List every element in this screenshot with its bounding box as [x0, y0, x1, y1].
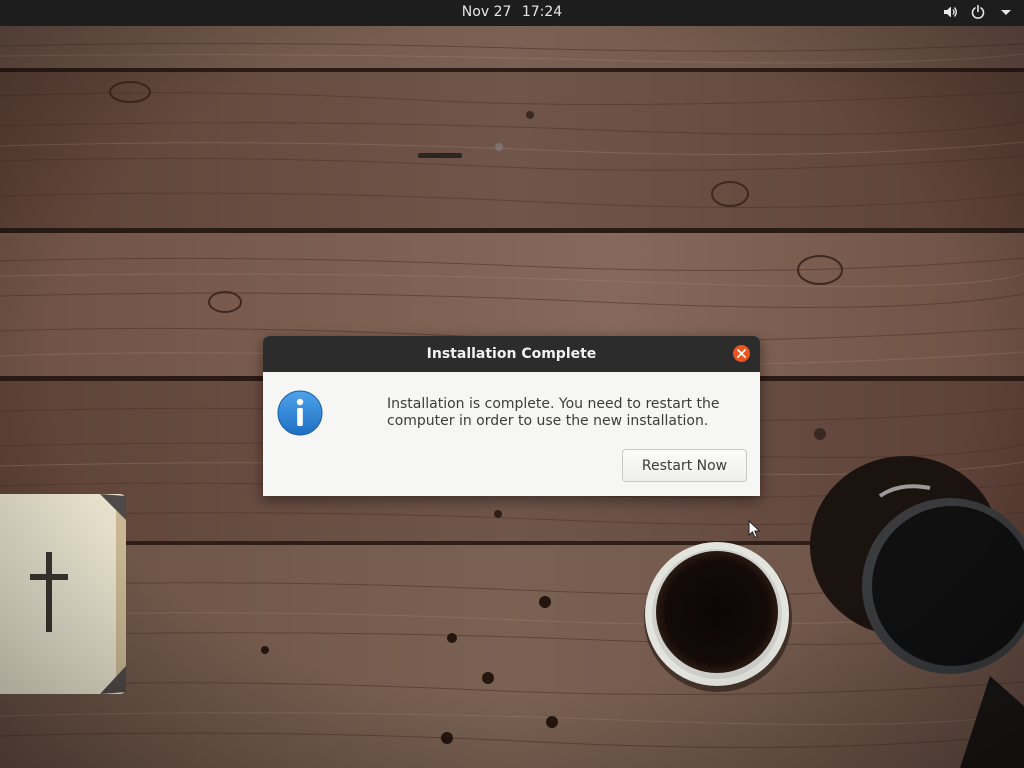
- clock-date: Nov 27: [461, 4, 512, 20]
- restart-now-button[interactable]: Restart Now: [622, 449, 747, 482]
- dialog-titlebar[interactable]: Installation Complete: [263, 336, 760, 372]
- dropdown-arrow-icon[interactable]: [998, 4, 1014, 20]
- close-button[interactable]: [733, 345, 750, 362]
- info-icon: [277, 390, 323, 436]
- dialog-message-line-1: Installation is complete. You need to re…: [387, 396, 720, 412]
- dialog-title: Installation Complete: [426, 346, 597, 362]
- clock[interactable]: Nov 27 17:24: [0, 4, 1024, 20]
- mouse-cursor-icon: [748, 520, 761, 539]
- dialog-message-line-2: computer in order to use the new install…: [387, 413, 709, 429]
- close-icon: [737, 349, 746, 358]
- power-icon[interactable]: [970, 4, 986, 20]
- desktop: Nov 27 17:24 Installation Complete Insta…: [0, 0, 1024, 768]
- top-bar: Nov 27 17:24: [0, 0, 1024, 26]
- clock-time: 17:24: [521, 4, 563, 20]
- system-tray[interactable]: [942, 4, 1014, 20]
- dialog-message: Installation is complete. You need to re…: [387, 396, 737, 430]
- installation-dialog: Installation Complete Installation is co…: [263, 336, 760, 496]
- volume-icon[interactable]: [942, 4, 958, 20]
